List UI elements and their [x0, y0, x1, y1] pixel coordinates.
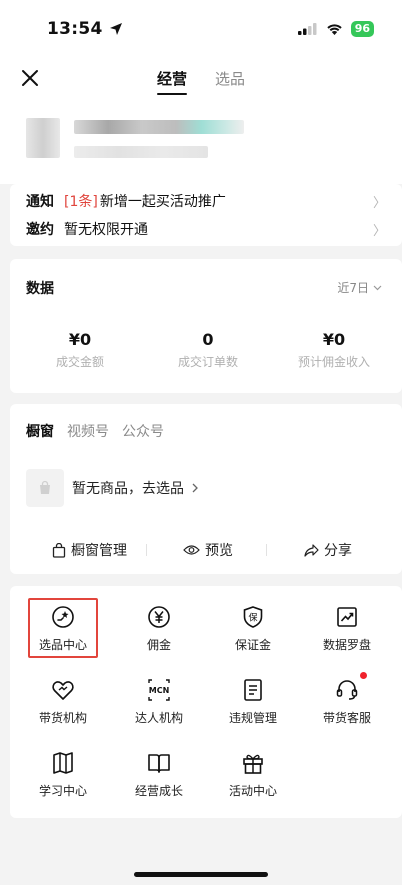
status-right: 96: [297, 21, 374, 37]
metric-gmv[interactable]: ¥0 成交金额: [20, 330, 140, 370]
tool-activity-center[interactable]: 活动中心: [213, 751, 293, 799]
tool-label: 活动中心: [228, 784, 277, 798]
tool-label: 保证金: [234, 638, 271, 652]
share-icon: [304, 543, 319, 557]
data-card: 数据 近7日 ¥0 成交金额 0 成交订单数 ¥0 预计佣金收入: [10, 259, 402, 393]
tab-showcase[interactable]: 橱窗: [26, 421, 54, 441]
profile-subtitle-redacted: [74, 146, 208, 158]
svg-text:保: 保: [248, 612, 257, 624]
tool-product-center[interactable]: 选品中心: [23, 605, 103, 653]
metric-value: ¥0: [322, 330, 346, 349]
tool-learning-center[interactable]: 学习中心: [23, 751, 103, 799]
tab-product-selection[interactable]: 选品: [215, 58, 245, 98]
shopping-bag-placeholder-icon: [26, 469, 64, 507]
profile-name-redacted: [74, 120, 244, 134]
svg-text:MCN: MCN: [149, 686, 170, 695]
notice-key: 通知: [26, 194, 54, 210]
tool-business-growth[interactable]: 经营成长: [119, 751, 199, 799]
tool-customer-service[interactable]: 带货客服: [307, 678, 387, 726]
notice-row-invitation[interactable]: 邀约 暂无权限开通 〉: [10, 215, 402, 243]
showcase-card: 橱窗 视频号 公众号 暂无商品，去选品 橱窗管理 预览 分享: [10, 404, 402, 574]
divider: [266, 544, 267, 556]
home-indicator[interactable]: [134, 872, 268, 877]
tool-label: 违规管理: [228, 711, 277, 725]
avatar: [26, 118, 60, 158]
tool-delivery-agency[interactable]: 带货机构: [23, 678, 103, 726]
metric-label: 成交订单数: [177, 355, 238, 369]
tab-channels[interactable]: 视频号: [67, 421, 109, 441]
notice-count-tag: [1条]: [64, 194, 98, 210]
data-title: 数据: [26, 281, 54, 297]
action-label: 预览: [205, 543, 233, 559]
product-center-icon: [52, 606, 74, 628]
metric-value: ¥0: [68, 330, 92, 349]
profile-header: [0, 98, 402, 184]
yen-icon: [148, 606, 170, 628]
eye-icon: [183, 545, 200, 555]
tool-deposit[interactable]: 保 保证金: [213, 605, 293, 653]
notice-row-notification[interactable]: 通知 [1条] 新增一起买活动推广 〉: [10, 187, 402, 215]
metric-orders[interactable]: 0 成交订单数: [148, 330, 268, 370]
location-arrow-icon: [109, 23, 122, 35]
status-time: 13:54: [47, 19, 123, 39]
document-icon: [244, 679, 262, 701]
tool-commission[interactable]: 佣金: [119, 605, 199, 653]
action-label: 分享: [324, 543, 352, 559]
tool-label: 经营成长: [134, 784, 183, 798]
headset-icon: [336, 680, 358, 700]
metric-label: 预计佣金收入: [297, 355, 370, 369]
book-icon: [148, 754, 170, 773]
empty-products-link[interactable]: 暂无商品，去选品: [26, 469, 199, 507]
cellular-signal-icon: [297, 23, 317, 35]
share-button[interactable]: 分享: [304, 540, 352, 560]
shield-guarantee-icon: 保: [243, 606, 263, 628]
tool-label: 学习中心: [38, 784, 87, 798]
chevron-right-icon: 〉: [372, 195, 386, 211]
tool-label: 选品中心: [38, 638, 87, 652]
nav-tabs: 经营 选品: [156, 58, 245, 98]
tab-business[interactable]: 经营: [156, 58, 188, 98]
status-bar: 13:54 96: [0, 0, 402, 58]
battery-indicator: 96: [350, 21, 374, 37]
showcase-manage-button[interactable]: 橱窗管理: [52, 540, 127, 560]
tool-label: 带货客服: [322, 711, 371, 725]
mcn-icon: MCN: [148, 679, 170, 701]
chevron-down-icon: [373, 285, 382, 290]
agency-icon: [52, 681, 74, 700]
bag-icon: [52, 542, 66, 558]
notice-text: 暂无权限开通: [64, 222, 148, 238]
metric-label: 成交金额: [55, 355, 104, 369]
tool-violation-management[interactable]: 违规管理: [213, 678, 293, 726]
tool-label: 数据罗盘: [322, 638, 371, 652]
notice-key: 邀约: [26, 222, 54, 238]
chevron-right-icon: 〉: [372, 223, 386, 239]
tool-label: 带货机构: [38, 711, 87, 725]
gift-icon: [243, 754, 263, 774]
empty-products-text: 暂无商品，去选品: [72, 481, 184, 497]
showcase-tabs: 橱窗 视频号 公众号: [26, 421, 164, 441]
wifi-icon: [326, 24, 342, 35]
metric-value: 0: [202, 330, 214, 349]
notice-card: 通知 [1条] 新增一起买活动推广 〉 邀约 暂无权限开通 〉: [10, 184, 402, 246]
tool-label: 达人机构: [134, 711, 183, 725]
action-label: 橱窗管理: [71, 543, 127, 559]
date-range-label: 近7日: [337, 281, 369, 295]
chevron-right-icon: [192, 483, 198, 493]
chart-trend-icon: [337, 607, 357, 627]
notification-badge: [360, 672, 367, 679]
tab-official-account[interactable]: 公众号: [122, 421, 164, 441]
metric-commission[interactable]: ¥0 预计佣金收入: [274, 330, 394, 370]
top-nav: 经营 选品: [0, 58, 402, 98]
tool-data-compass[interactable]: 数据罗盘: [307, 605, 387, 653]
close-icon[interactable]: [20, 68, 40, 88]
tool-talent-agency[interactable]: MCN 达人机构: [119, 678, 199, 726]
tool-label: 佣金: [146, 638, 171, 652]
preview-button[interactable]: 预览: [183, 540, 233, 560]
divider: [146, 544, 147, 556]
time-text: 13:54: [47, 19, 103, 39]
notice-text: 新增一起买活动推广: [99, 194, 226, 210]
date-range-selector[interactable]: 近7日: [337, 279, 382, 296]
open-book-icon: [53, 752, 73, 774]
